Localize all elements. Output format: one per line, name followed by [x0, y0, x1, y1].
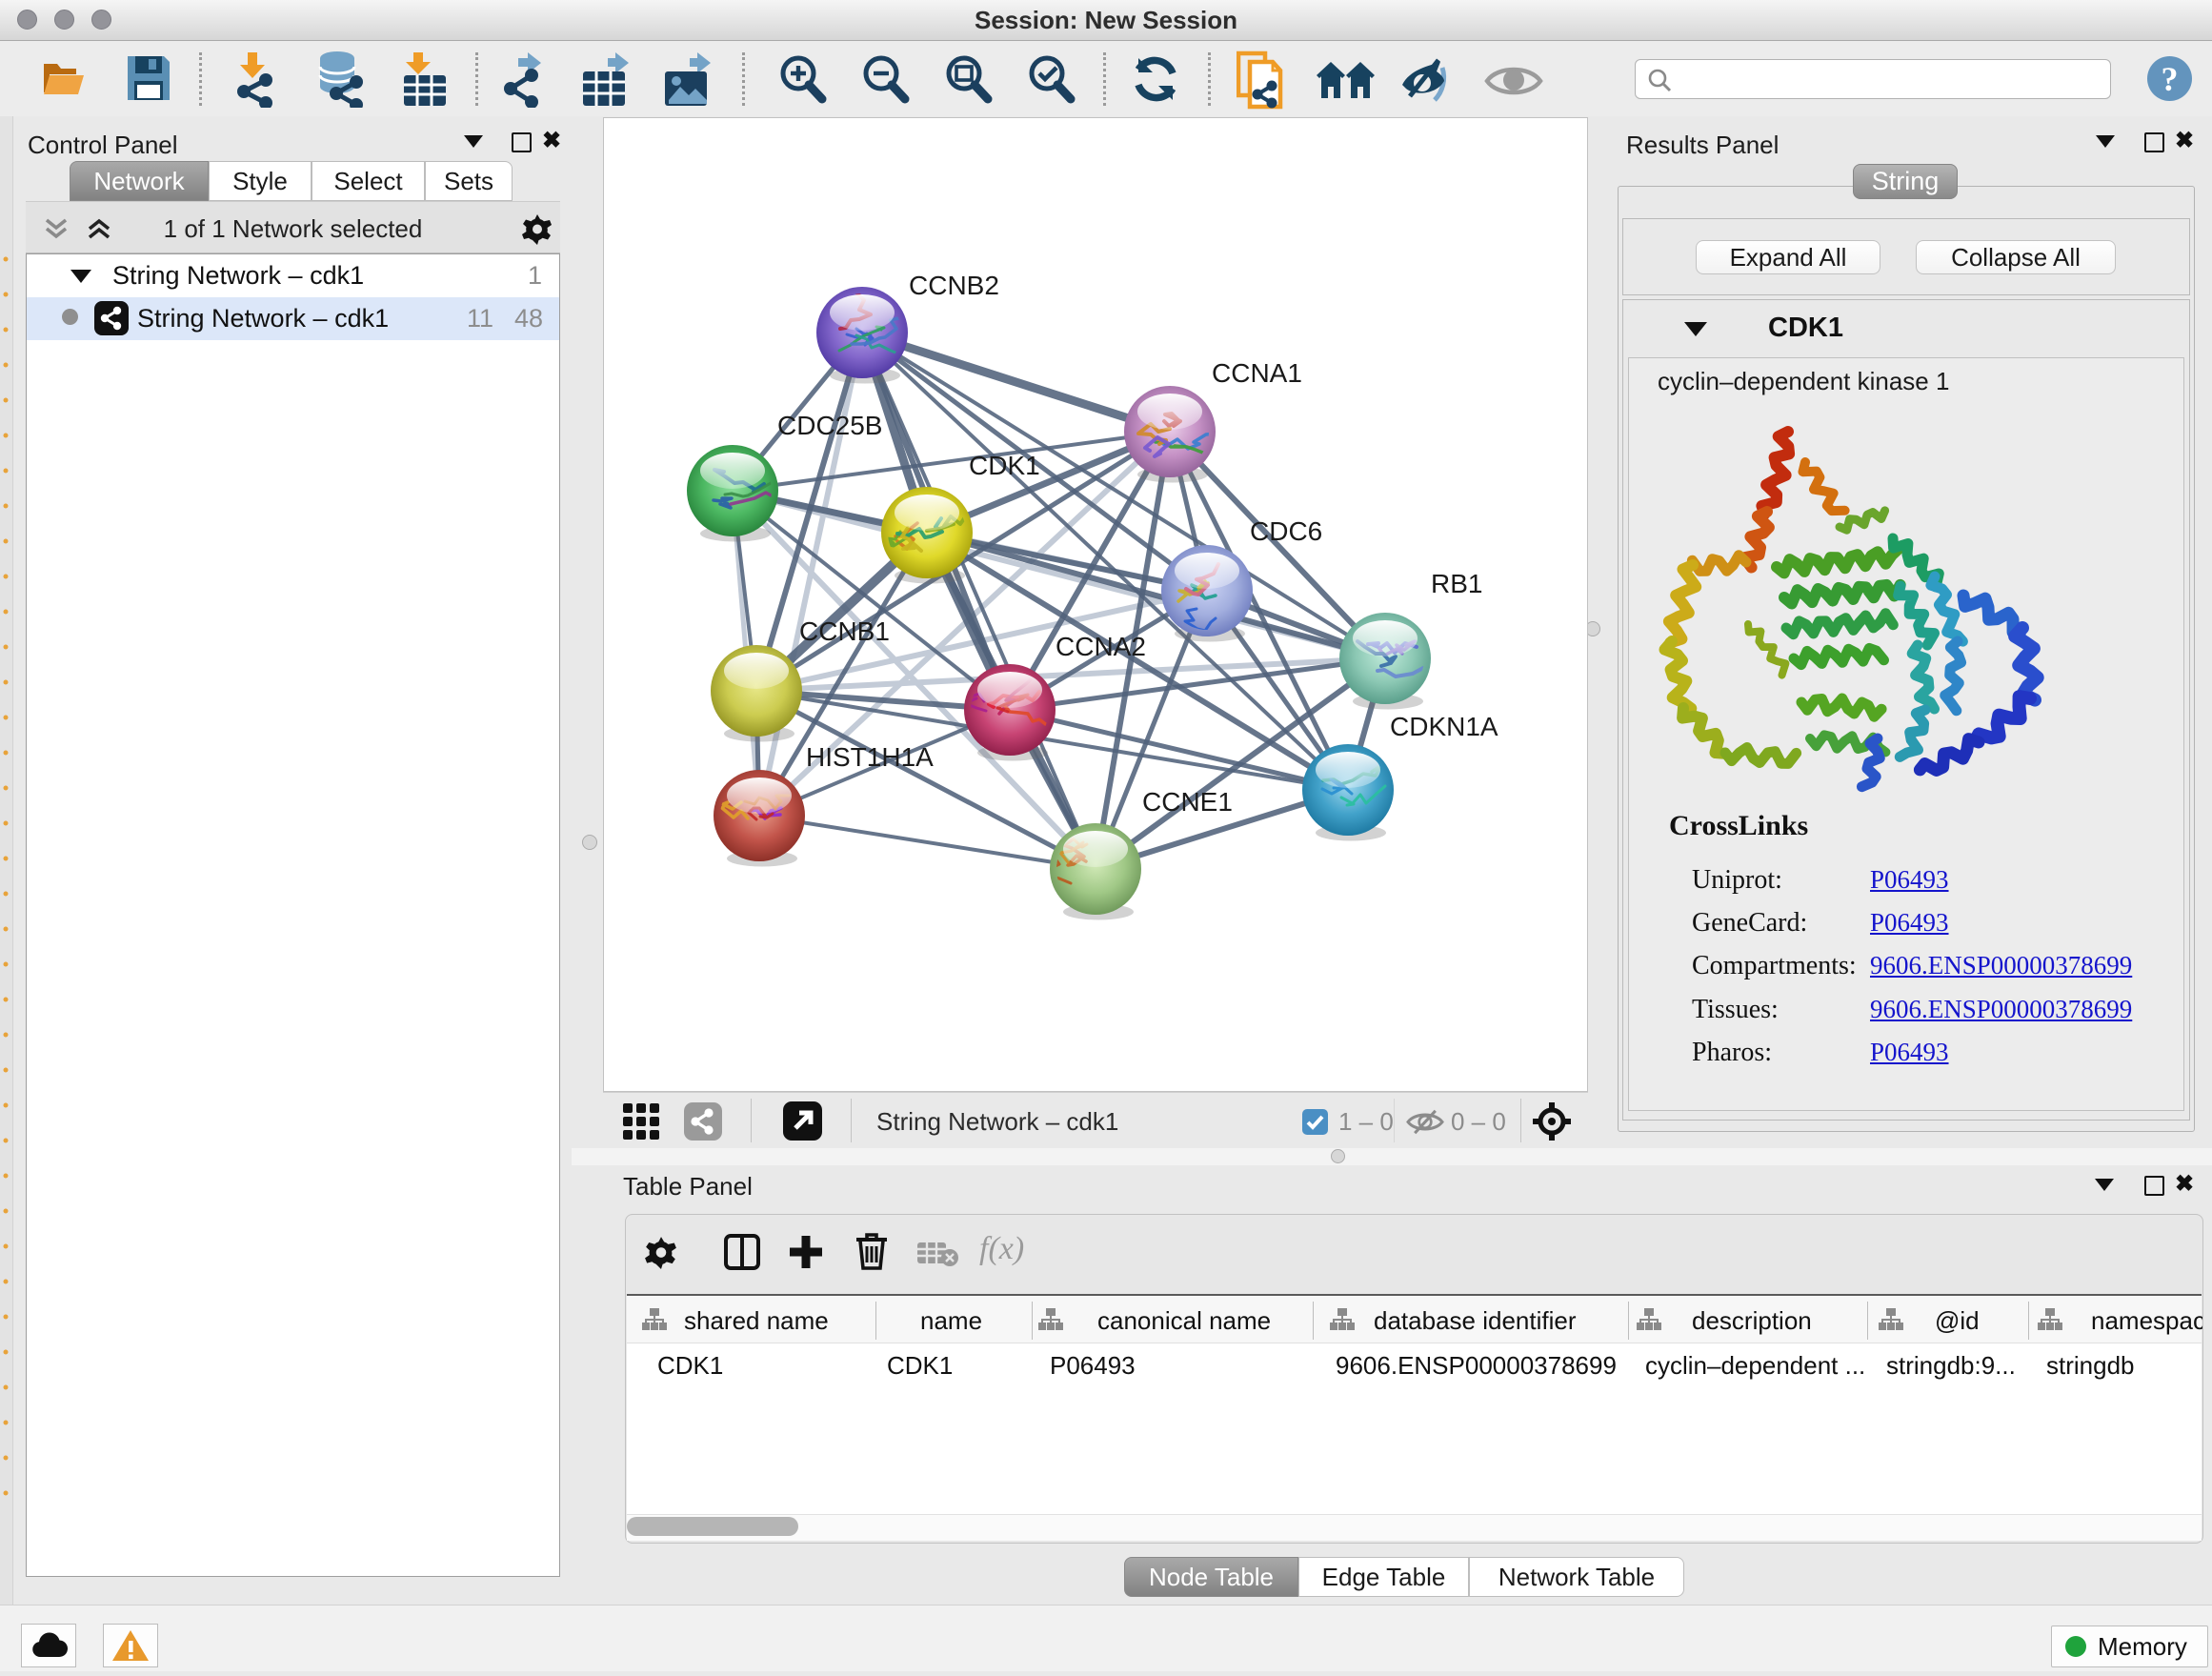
svg-text:HIST1H1A: HIST1H1A [806, 742, 934, 772]
svg-text:CDK1: CDK1 [969, 451, 1040, 480]
svg-text:CDKN1A: CDKN1A [1390, 712, 1498, 741]
svg-text:CCNB1: CCNB1 [799, 616, 890, 646]
svg-text:CDC6: CDC6 [1250, 516, 1322, 546]
svg-text:CCNA2: CCNA2 [1056, 632, 1146, 661]
svg-text:CCNB2: CCNB2 [909, 271, 999, 300]
svg-text:CCNE1: CCNE1 [1142, 787, 1233, 817]
svg-text:CCNA1: CCNA1 [1212, 358, 1302, 388]
svg-text:RB1: RB1 [1431, 569, 1482, 598]
svg-text:CDC25B: CDC25B [777, 411, 882, 440]
